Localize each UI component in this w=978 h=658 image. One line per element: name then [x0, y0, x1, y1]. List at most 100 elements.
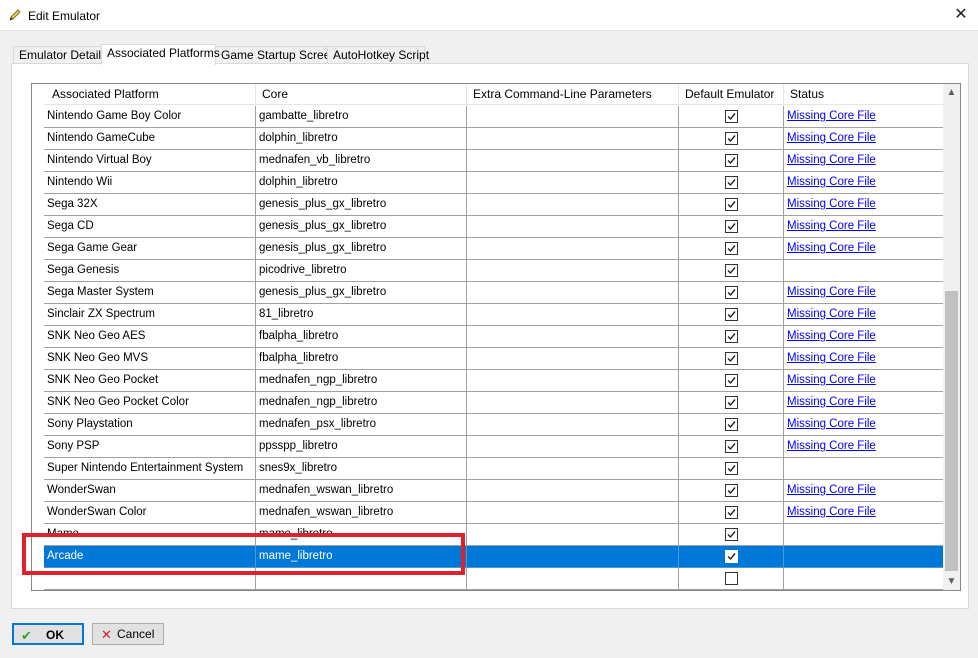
missing-core-file-link[interactable]: Missing Core File: [787, 418, 876, 430]
table-row[interactable]: Sega 32X genesis_plus_gx_libretro Missing …: [44, 194, 944, 216]
default-emulator-checkbox[interactable]: [725, 242, 738, 255]
missing-core-file-link[interactable]: Missing Core File: [787, 198, 876, 210]
cell-platform[interactable]: WonderSwan Color: [44, 502, 256, 524]
cell-platform[interactable]: SNK Neo Geo Pocket Color: [44, 392, 256, 414]
cell-core[interactable]: snes9x_libretro: [256, 458, 467, 480]
table-row[interactable]: WonderSwan mednafen_wswan_libretro Missing…: [44, 480, 944, 502]
cell-core[interactable]: mame_libretro: [256, 524, 467, 546]
table-row[interactable]: Sony Playstation mednafen_psx_libretro Mis…: [44, 414, 944, 436]
default-emulator-checkbox[interactable]: [725, 440, 738, 453]
default-emulator-checkbox[interactable]: [725, 110, 738, 123]
cell-core[interactable]: mednafen_wswan_libretro: [256, 502, 467, 524]
cell-params[interactable]: [467, 216, 679, 238]
missing-core-file-link[interactable]: Missing Core File: [787, 396, 876, 408]
default-emulator-checkbox[interactable]: [725, 484, 738, 497]
cell-core[interactable]: genesis_plus_gx_libretro: [256, 238, 467, 260]
cell-core[interactable]: mednafen_wswan_libretro: [256, 480, 467, 502]
cell-platform[interactable]: Sega Game Gear: [44, 238, 256, 260]
table-row[interactable]: [44, 568, 944, 590]
table-row[interactable]: SNK Neo Geo MVS fbalpha_libretro Missing C…: [44, 348, 944, 370]
vertical-scrollbar[interactable]: ▲ ▼: [943, 84, 960, 590]
table-row[interactable]: WonderSwan Color mednafen_wswan_libretro M…: [44, 502, 944, 524]
cell-core[interactable]: picodrive_libretro: [256, 260, 467, 282]
table-row[interactable]: Sega CD genesis_plus_gx_libretro Missing C…: [44, 216, 944, 238]
cell-platform[interactable]: Sega Master System: [44, 282, 256, 304]
cell-params[interactable]: [467, 524, 679, 546]
cell-params[interactable]: [467, 546, 679, 568]
cell-core[interactable]: mednafen_psx_libretro: [256, 414, 467, 436]
cell-core[interactable]: gambatte_libretro: [256, 106, 467, 128]
table-row[interactable]: Nintendo Virtual Boy mednafen_vb_libretro…: [44, 150, 944, 172]
cell-platform[interactable]: Nintendo Wii: [44, 172, 256, 194]
default-emulator-checkbox[interactable]: [725, 220, 738, 233]
cell-params[interactable]: [467, 480, 679, 502]
missing-core-file-link[interactable]: Missing Core File: [787, 484, 876, 496]
default-emulator-checkbox[interactable]: [725, 418, 738, 431]
cell-params[interactable]: [467, 150, 679, 172]
default-emulator-checkbox[interactable]: [725, 506, 738, 519]
cell-core[interactable]: mednafen_vb_libretro: [256, 150, 467, 172]
tab-game-startup-screen[interactable]: Game Startup Screen: [215, 46, 337, 64]
cell-platform[interactable]: SNK Neo Geo MVS: [44, 348, 256, 370]
cell-core[interactable]: mame_libretro: [256, 546, 467, 568]
header-core[interactable]: Core: [256, 84, 467, 105]
cell-core[interactable]: [256, 568, 467, 590]
header-associated-platform[interactable]: Associated Platform: [44, 84, 256, 105]
missing-core-file-link[interactable]: Missing Core File: [787, 352, 876, 364]
default-emulator-checkbox[interactable]: [725, 308, 738, 321]
cell-platform[interactable]: SNK Neo Geo AES: [44, 326, 256, 348]
cell-platform[interactable]: Arcade: [44, 546, 256, 568]
cell-platform[interactable]: Sinclair ZX Spectrum: [44, 304, 256, 326]
cell-core[interactable]: 81_libretro: [256, 304, 467, 326]
cell-params[interactable]: [467, 502, 679, 524]
default-emulator-checkbox[interactable]: [725, 572, 738, 585]
cell-platform[interactable]: Sega 32X: [44, 194, 256, 216]
missing-core-file-link[interactable]: Missing Core File: [787, 110, 876, 122]
default-emulator-checkbox[interactable]: [725, 264, 738, 277]
table-row[interactable]: Sega Master System genesis_plus_gx_libret…: [44, 282, 944, 304]
cell-platform[interactable]: SNK Neo Geo Pocket: [44, 370, 256, 392]
cell-platform[interactable]: Super Nintendo Entertainment System: [44, 458, 256, 480]
missing-core-file-link[interactable]: Missing Core File: [787, 374, 876, 386]
default-emulator-checkbox[interactable]: [725, 132, 738, 145]
cell-platform[interactable]: Sony Playstation: [44, 414, 256, 436]
cell-params[interactable]: [467, 458, 679, 480]
cell-platform[interactable]: Nintendo GameCube: [44, 128, 256, 150]
missing-core-file-link[interactable]: Missing Core File: [787, 242, 876, 254]
table-row[interactable]: Nintendo Game Boy Color gambatte_libretro…: [44, 106, 944, 128]
default-emulator-checkbox[interactable]: [725, 396, 738, 409]
default-emulator-checkbox[interactable]: [725, 176, 738, 189]
missing-core-file-link[interactable]: Missing Core File: [787, 220, 876, 232]
cell-platform[interactable]: Nintendo Game Boy Color: [44, 106, 256, 128]
table-row[interactable]: SNK Neo Geo Pocket mednafen_ngp_libretro M…: [44, 370, 944, 392]
table-row[interactable]: Nintendo Wii dolphin_libretro Missing Core…: [44, 172, 944, 194]
cell-core[interactable]: genesis_plus_gx_libretro: [256, 216, 467, 238]
table-row[interactable]: SNK Neo Geo AES fbalpha_libretro Missing C…: [44, 326, 944, 348]
table-row[interactable]: Sega Genesis picodrive_libretro: [44, 260, 944, 282]
missing-core-file-link[interactable]: Missing Core File: [787, 506, 876, 518]
table-row[interactable]: SNK Neo Geo Pocket Color mednafen_ngp_lib…: [44, 392, 944, 414]
cell-platform[interactable]: Sega CD: [44, 216, 256, 238]
default-emulator-checkbox[interactable]: [725, 198, 738, 211]
missing-core-file-link[interactable]: Missing Core File: [787, 154, 876, 166]
cell-params[interactable]: [467, 172, 679, 194]
cell-core[interactable]: fbalpha_libretro: [256, 348, 467, 370]
cell-core[interactable]: dolphin_libretro: [256, 172, 467, 194]
default-emulator-checkbox[interactable]: [725, 330, 738, 343]
table-row[interactable]: Sinclair ZX Spectrum 81_libretro Missing C…: [44, 304, 944, 326]
default-emulator-checkbox[interactable]: [725, 154, 738, 167]
missing-core-file-link[interactable]: Missing Core File: [787, 176, 876, 188]
default-emulator-checkbox[interactable]: [725, 352, 738, 365]
missing-core-file-link[interactable]: Missing Core File: [787, 286, 876, 298]
cell-params[interactable]: [467, 260, 679, 282]
cell-core[interactable]: dolphin_libretro: [256, 128, 467, 150]
cell-core[interactable]: ppsspp_libretro: [256, 436, 467, 458]
cell-params[interactable]: [467, 326, 679, 348]
header-extra-params[interactable]: Extra Command-Line Parameters: [467, 84, 679, 105]
cell-params[interactable]: [467, 414, 679, 436]
cell-platform[interactable]: WonderSwan: [44, 480, 256, 502]
header-status[interactable]: Status: [784, 84, 944, 105]
table-row[interactable]: Sega Game Gear genesis_plus_gx_libretro Mi…: [44, 238, 944, 260]
scroll-up-icon[interactable]: ▲: [943, 84, 960, 101]
cell-core[interactable]: genesis_plus_gx_libretro: [256, 194, 467, 216]
